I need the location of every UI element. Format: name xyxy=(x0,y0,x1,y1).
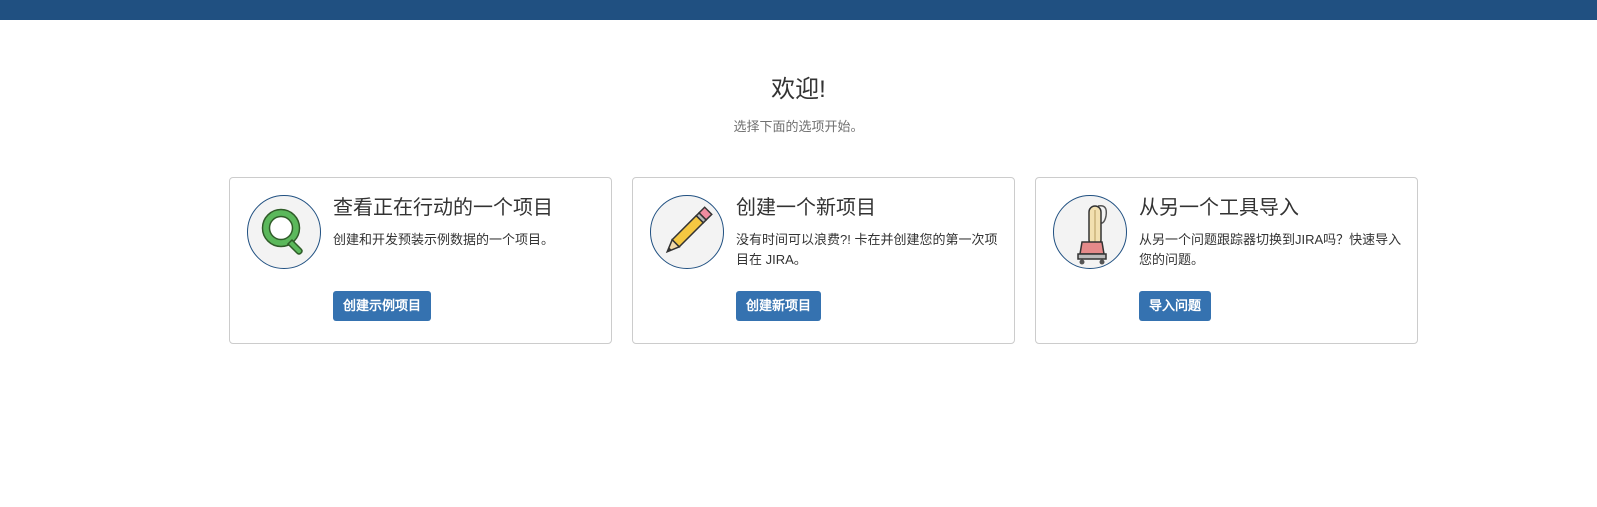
welcome-header: 欢迎! 选择下面的选项开始。 xyxy=(0,72,1597,136)
create-sample-project-button[interactable]: 创建示例项目 xyxy=(333,291,432,321)
new-project-card: 创建一个新项目 没有时间可以浪费?! 卡在并创建您的第一次项目在 JIRA。 创… xyxy=(632,177,1015,344)
card-description: 从另一个问题跟踪器切换到JIRA吗？快速导入您的问题。 xyxy=(1139,232,1402,267)
card-body: 查看正在行动的一个项目 创建和开发预装示例数据的一个项目。 xyxy=(333,194,597,250)
page-subtitle: 选择下面的选项开始。 xyxy=(733,119,864,134)
import-card: 从另一个工具导入 从另一个问题跟踪器切换到JIRA吗？快速导入您的问题。 导入问… xyxy=(1035,177,1418,344)
card-title: 从另一个工具导入 xyxy=(1139,197,1299,219)
import-issues-button[interactable]: 导入问题 xyxy=(1139,291,1212,321)
create-new-project-button[interactable]: 创建新项目 xyxy=(736,291,822,321)
card-title: 查看正在行动的一个项目 xyxy=(333,197,553,219)
card-body: 从另一个工具导入 从另一个问题跟踪器切换到JIRA吗？快速导入您的问题。 xyxy=(1139,194,1403,270)
card-body: 创建一个新项目 没有时间可以浪费?! 卡在并创建您的第一次项目在 JIRA。 xyxy=(736,194,1000,270)
sample-project-card: 查看正在行动的一个项目 创建和开发预装示例数据的一个项目。 创建示例项目 xyxy=(229,177,612,344)
card-description: 没有时间可以浪费?! 卡在并创建您的第一次项目在 JIRA。 xyxy=(736,232,998,267)
page-title: 欢迎! xyxy=(771,76,826,103)
vacuum-icon xyxy=(1053,195,1127,269)
options-cards: 查看正在行动的一个项目 创建和开发预装示例数据的一个项目。 创建示例项目 创建一… xyxy=(229,177,1418,344)
pencil-icon xyxy=(650,195,724,269)
card-title: 创建一个新项目 xyxy=(736,197,876,219)
top-navigation-bar xyxy=(0,0,1597,20)
card-description: 创建和开发预装示例数据的一个项目。 xyxy=(333,232,555,247)
magnifier-icon xyxy=(247,195,321,269)
